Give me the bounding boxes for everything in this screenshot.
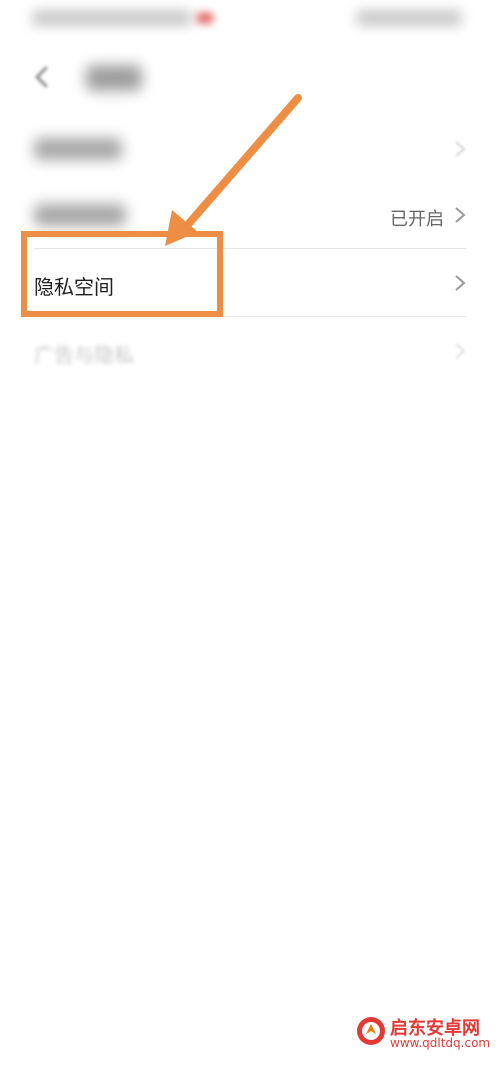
ads-privacy-label: 广告与隐私	[34, 343, 134, 367]
chevron-right-icon	[455, 343, 466, 359]
settings-item-2[interactable]: 已开启	[0, 182, 500, 248]
notification-dot	[196, 12, 214, 24]
chevron-right-icon	[455, 275, 466, 291]
watermark-logo-icon	[357, 1017, 385, 1045]
divider	[34, 248, 466, 249]
status-bar	[0, 0, 500, 40]
status-bar-right-blur	[356, 10, 462, 26]
privacy-space-item[interactable]: 隐私空间	[0, 250, 500, 316]
ads-privacy-item[interactable]: 广告与隐私	[0, 318, 500, 384]
chevron-right-icon	[455, 207, 466, 223]
back-arrow-icon[interactable]	[30, 64, 56, 90]
status-bar-left-blur	[32, 10, 192, 26]
settings-item-1[interactable]	[0, 116, 500, 182]
settings-item-label	[34, 204, 126, 226]
privacy-space-label: 隐私空间	[34, 275, 114, 299]
page-title	[86, 65, 142, 91]
watermark-url: www.qdltdq.com	[390, 1036, 491, 1050]
watermark: 启东安卓网 www.qdltdq.com	[350, 1008, 490, 1056]
page-header	[0, 50, 500, 106]
divider	[34, 316, 466, 317]
settings-item-label	[34, 138, 122, 160]
chevron-right-icon	[455, 141, 466, 157]
settings-item-status: 已开启	[390, 209, 444, 230]
